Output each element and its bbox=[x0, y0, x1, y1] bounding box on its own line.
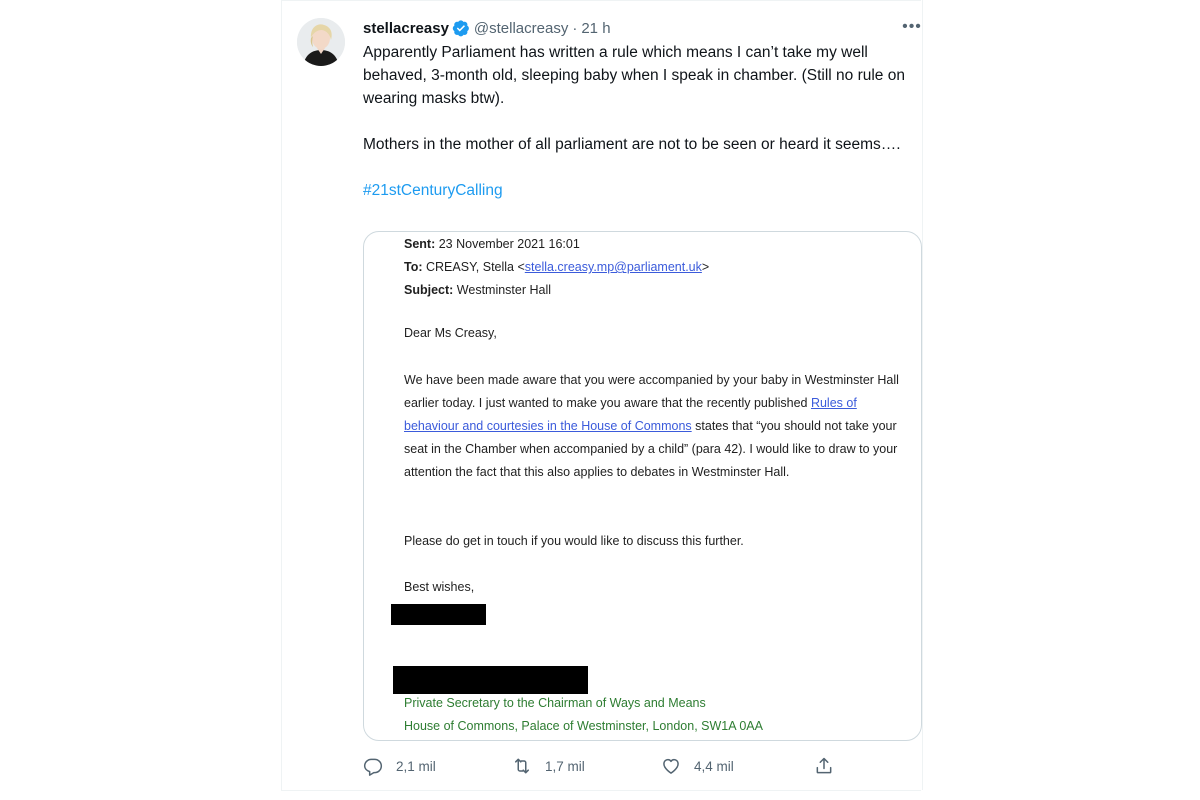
like-button[interactable]: 4,4 mil bbox=[661, 754, 734, 778]
retweet-icon bbox=[515, 758, 529, 774]
tweet-paragraph-2: Mothers in the mother of all parliament … bbox=[363, 136, 901, 153]
email-subject-row: Subject: Westminster Hall bbox=[404, 283, 552, 297]
reply-button[interactable]: 2,1 mil bbox=[363, 754, 436, 778]
tweet-timestamp[interactable]: 21 h bbox=[581, 20, 610, 37]
redacted-signature bbox=[393, 666, 588, 694]
email-greeting: Dear Ms Creasy, bbox=[404, 326, 497, 340]
email-sign-off: Best wishes, bbox=[404, 580, 475, 594]
more-icon[interactable]: ••• bbox=[900, 17, 924, 37]
tweet-text: Apparently Parliament has written a rule… bbox=[363, 41, 928, 202]
redacted-name bbox=[391, 604, 486, 625]
tweet-paragraph-1: Apparently Parliament has written a rule… bbox=[363, 44, 905, 107]
avatar-image bbox=[297, 18, 345, 66]
email-closing-line: Please do get in touch if you would like… bbox=[404, 534, 744, 548]
like-count: 4,4 mil bbox=[694, 758, 734, 774]
user-handle[interactable]: @stellacreasy bbox=[474, 20, 568, 37]
like-icon bbox=[663, 758, 679, 774]
signature-address: House of Commons, Palace of Westminster,… bbox=[404, 719, 763, 733]
signature-title: Private Secretary to the Chairman of Way… bbox=[404, 696, 706, 710]
display-name[interactable]: stellacreasy bbox=[363, 20, 449, 37]
reply-count: 2,1 mil bbox=[396, 758, 436, 774]
retweet-button[interactable]: 1,7 mil bbox=[512, 754, 585, 778]
email-body-paragraph: We have been made aware that you were ac… bbox=[404, 373, 899, 479]
hashtag-link[interactable]: #21stCenturyCalling bbox=[363, 182, 503, 199]
email-sent-row: Sent: 23 November 2021 16:01 bbox=[404, 237, 580, 251]
verified-badge-icon bbox=[452, 19, 470, 37]
tweet-action-bar: 2,1 mil 1,7 mil 4,4 mil bbox=[363, 754, 843, 778]
reply-icon bbox=[363, 758, 383, 776]
tweet-image-email[interactable]: Sent: 23 November 2021 16:01 To: CREASY,… bbox=[363, 231, 922, 741]
separator-dot: · bbox=[572, 19, 578, 37]
email-address-link: stella.creasy.mp@parliament.uk bbox=[524, 260, 702, 274]
share-icon bbox=[816, 757, 832, 774]
email-to-row: To: CREASY, Stella <stella.creasy.mp@par… bbox=[404, 260, 710, 274]
column-bottom-border bbox=[281, 790, 921, 791]
share-button[interactable] bbox=[814, 754, 847, 778]
avatar[interactable] bbox=[297, 18, 345, 66]
retweet-count: 1,7 mil bbox=[545, 758, 585, 774]
tweet-header: stellacreasy @stellacreasy · 21 h bbox=[363, 17, 611, 39]
